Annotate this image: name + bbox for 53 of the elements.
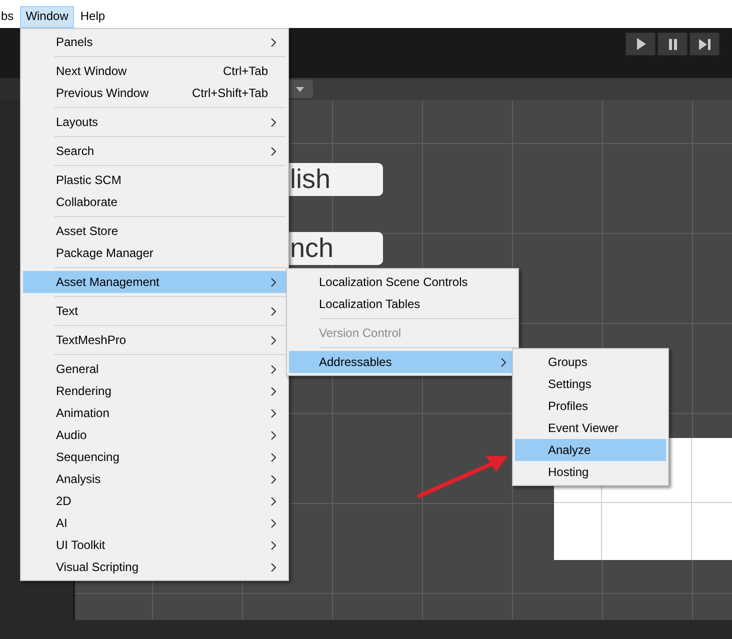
menu-item[interactable]: Asset Management [23, 271, 286, 293]
menu-item[interactable]: Profiles [515, 395, 666, 417]
chevron-right-icon [271, 364, 276, 374]
menu-item[interactable]: General [23, 358, 286, 380]
menu-item[interactable]: TextMeshPro [23, 329, 286, 351]
pause-button[interactable] [657, 32, 688, 56]
menu-item[interactable]: Layouts [23, 111, 286, 133]
play-icon [636, 38, 646, 50]
menu-item[interactable]: Previous Window Ctrl+Shift+Tab [23, 82, 286, 104]
menu-item[interactable]: Text [23, 300, 286, 322]
chevron-right-icon [271, 430, 276, 440]
menu-item[interactable]: Audio [23, 424, 286, 446]
chevron-right-icon [271, 408, 276, 418]
menu-item[interactable]: Next Window Ctrl+Tab [23, 60, 286, 82]
play-button[interactable] [625, 32, 656, 56]
pause-icon [668, 38, 678, 50]
menu-item[interactable]: 2D [23, 490, 286, 512]
menu-item[interactable]: Settings [515, 373, 666, 395]
menu-item[interactable]: Event Viewer [515, 417, 666, 439]
chevron-right-icon [271, 118, 276, 126]
chevron-right-icon [271, 452, 276, 462]
chevron-right-icon [271, 518, 276, 528]
menu-item[interactable]: Sequencing [23, 446, 286, 468]
menu-item[interactable]: Analysis [23, 468, 286, 490]
menu-item[interactable]: Hosting [515, 461, 666, 483]
menu-bar-item[interactable]: Help [74, 6, 112, 28]
menu-item[interactable]: Panels [23, 31, 286, 53]
menu-bar-item[interactable]: bs [0, 6, 20, 28]
chevron-right-icon [271, 386, 276, 396]
chevron-right-icon [271, 562, 276, 572]
chevron-right-icon [271, 540, 276, 550]
menu-bar-item[interactable]: Window [20, 6, 74, 28]
chevron-right-icon [271, 336, 276, 344]
menu-item[interactable]: Search [23, 140, 286, 162]
menu-item[interactable]: Localization Scene Controls [289, 271, 516, 293]
chevron-right-icon [271, 146, 276, 156]
step-icon [698, 38, 710, 50]
menu-item[interactable]: AI [23, 512, 286, 534]
chevron-right-icon [271, 496, 276, 506]
menu-item[interactable]: Rendering [23, 380, 286, 402]
menu-item[interactable]: Groups [515, 351, 666, 373]
chevron-right-icon [271, 38, 276, 46]
menu-item[interactable]: Localization Tables [289, 293, 516, 315]
chevron-right-icon [271, 474, 276, 484]
menu-item[interactable]: Animation [23, 402, 286, 424]
menu-item[interactable]: Visual Scripting [23, 556, 286, 578]
menu-item[interactable]: UI Toolkit [23, 534, 286, 556]
caret-icon [296, 86, 304, 92]
chevron-right-icon [271, 278, 276, 286]
chevron-right-icon [501, 358, 506, 366]
step-button[interactable] [689, 32, 720, 56]
menu-item[interactable]: Analyze [515, 439, 666, 461]
chevron-right-icon [271, 306, 276, 316]
